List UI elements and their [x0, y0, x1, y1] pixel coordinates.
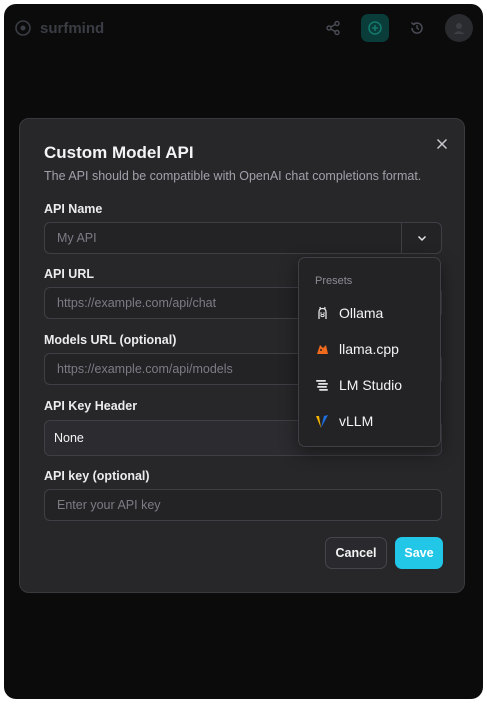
- api-url-label: API URL: [44, 267, 94, 281]
- api-name-label: API Name: [44, 202, 103, 216]
- new-chat-icon: [368, 21, 382, 35]
- share-button[interactable]: [319, 14, 347, 42]
- presets-dropdown-button[interactable]: [401, 222, 442, 254]
- app-name: surfmind: [40, 19, 105, 37]
- history-button[interactable]: [403, 14, 431, 42]
- dialog-description: The API should be compatible with OpenAI…: [44, 169, 422, 183]
- history-icon: [411, 22, 423, 34]
- preset-label: vLLM: [339, 413, 374, 429]
- dialog-title: Custom Model API: [44, 143, 194, 162]
- vllm-icon: [315, 414, 330, 429]
- user-avatar-button[interactable]: [445, 14, 473, 42]
- models-url-label: Models URL (optional): [44, 333, 177, 347]
- preset-label: LM Studio: [339, 377, 403, 393]
- share-icon: [326, 20, 340, 36]
- presets-title: Presets: [315, 275, 353, 287]
- chevron-down-icon: [417, 235, 426, 242]
- user-icon: [453, 23, 465, 34]
- ollama-icon: [315, 306, 330, 321]
- preset-label: llama.cpp: [339, 341, 399, 357]
- preset-label: Ollama: [339, 305, 384, 321]
- llama-cpp-icon: [315, 342, 330, 357]
- preset-item-llama-cpp[interactable]: llama.cpp: [305, 333, 435, 365]
- lm-studio-icon: [315, 378, 330, 393]
- top-bar: surfmind: [4, 4, 483, 54]
- preset-item-vllm[interactable]: vLLM: [305, 405, 435, 437]
- api-key-input[interactable]: [44, 489, 442, 521]
- cancel-button[interactable]: Cancel: [325, 537, 387, 569]
- top-actions: [319, 14, 473, 42]
- api-key-header-value: None: [54, 431, 84, 445]
- save-button[interactable]: Save: [395, 537, 443, 569]
- api-key-label: API key (optional): [44, 469, 150, 483]
- api-key-header-label: API Key Header: [44, 399, 138, 413]
- new-chat-button[interactable]: [361, 14, 389, 42]
- preset-item-lm-studio[interactable]: LM Studio: [305, 369, 435, 401]
- preset-item-ollama[interactable]: Ollama: [305, 297, 435, 329]
- close-icon[interactable]: [433, 135, 451, 153]
- brand: surfmind: [14, 19, 104, 37]
- api-name-combo: [44, 222, 442, 254]
- presets-dropdown: Presets Ollama llama.cpp LM Studio vLLM: [298, 257, 441, 447]
- brand-logo-icon: [15, 20, 31, 36]
- api-name-input[interactable]: [44, 222, 402, 254]
